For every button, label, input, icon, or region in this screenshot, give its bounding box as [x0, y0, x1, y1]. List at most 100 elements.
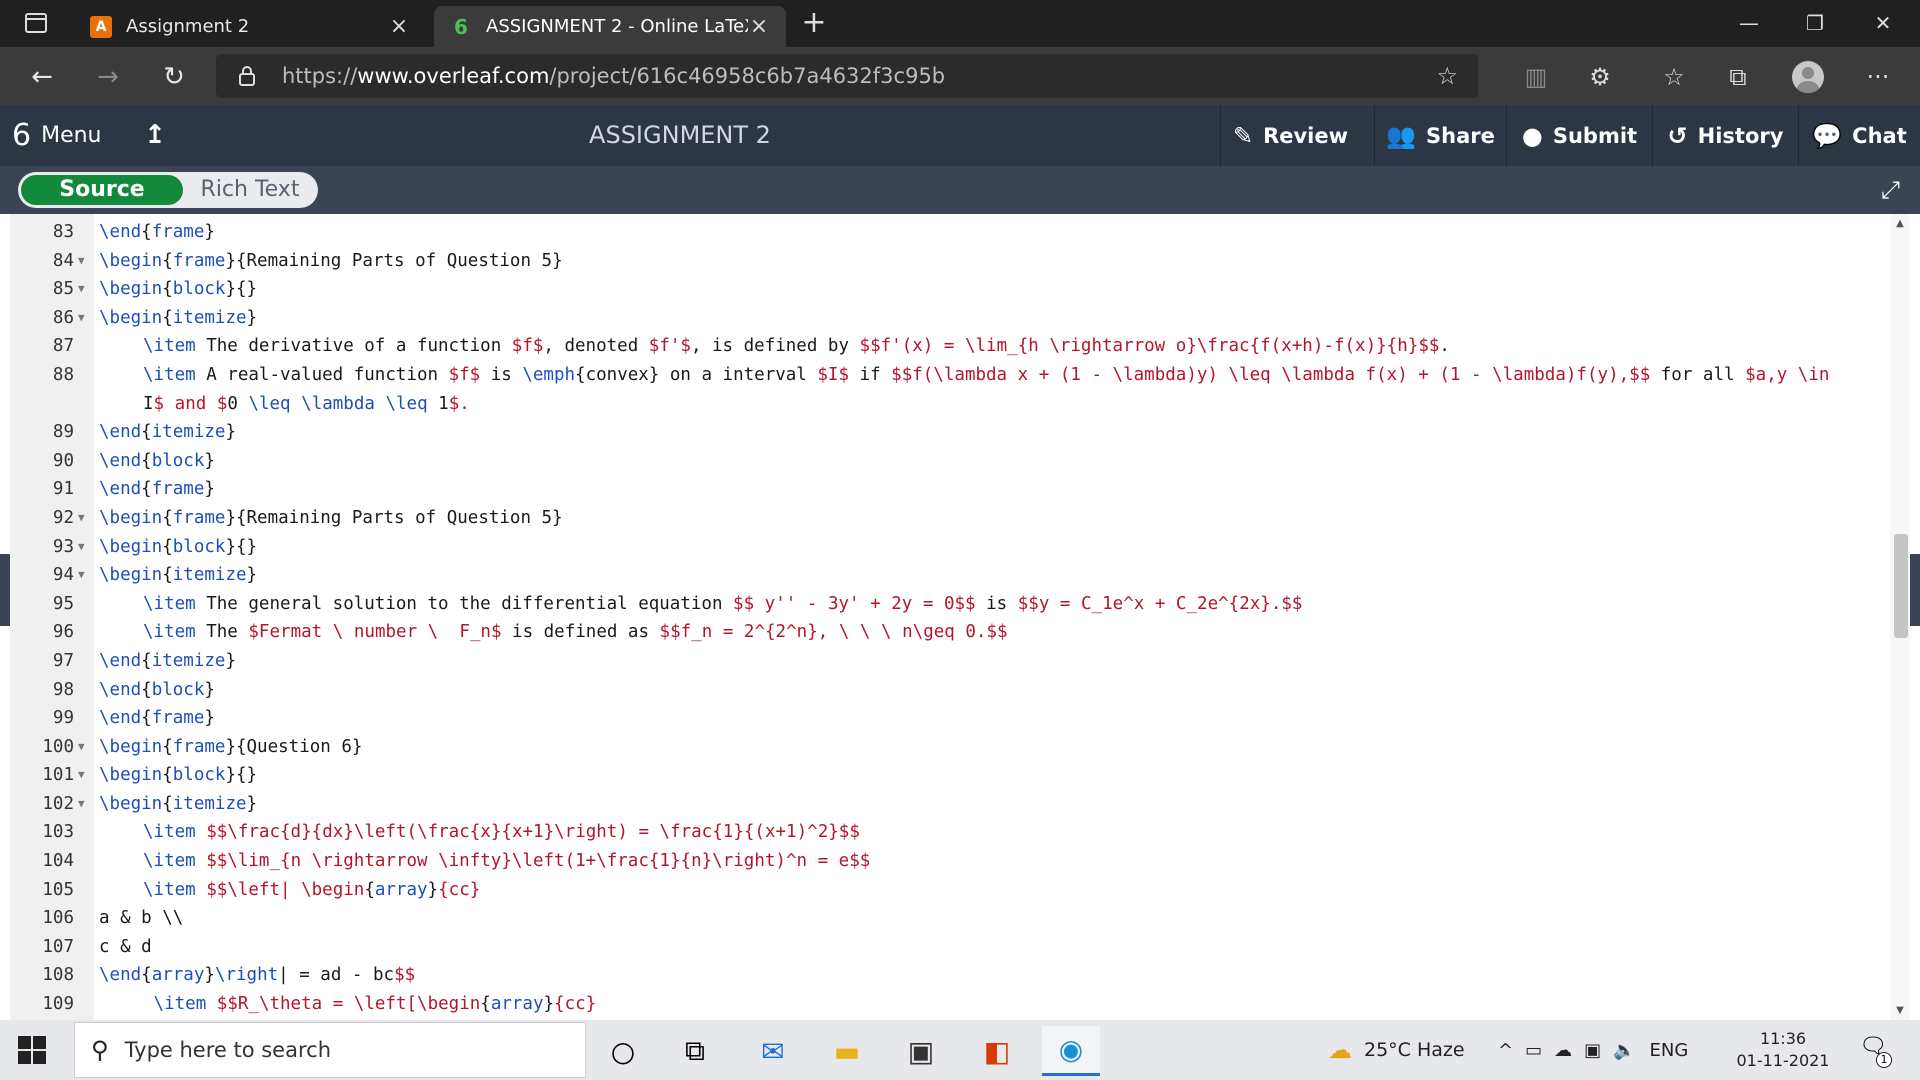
code-line[interactable]: 93 ▼ \begin{block}{}	[10, 533, 1890, 562]
code-text[interactable]: c & d	[99, 933, 152, 962]
mail-icon[interactable]: ✉	[744, 1026, 802, 1076]
code-line[interactable]: I$ and $0 \leq \lambda \leq 1$.	[10, 390, 1890, 419]
code-text[interactable]: \begin{itemize}	[99, 790, 257, 819]
code-text[interactable]: \item The general solution to the differ…	[143, 590, 1302, 619]
menu-button[interactable]: 6 Menu	[12, 105, 102, 166]
favorites-icon[interactable]: ☆	[1656, 59, 1692, 95]
code-text[interactable]: \end{itemize}	[99, 418, 236, 447]
code-line[interactable]: 105 \item $$\left| \begin{array}{cc}	[10, 876, 1890, 905]
share-button[interactable]: 👥 Share	[1374, 105, 1506, 166]
scrollbar-thumb[interactable]	[1894, 534, 1908, 638]
code-line[interactable]: 94 ▼ \begin{itemize}	[10, 561, 1890, 590]
fold-arrow-icon[interactable]: ▼	[78, 561, 92, 590]
edge-browser-icon[interactable]: ◉	[1042, 1026, 1100, 1076]
code-editor[interactable]: 83 \end{frame} 84 ▼ \begin{frame}{Remaining …	[0, 214, 1920, 1020]
code-line[interactable]: 97 \end{itemize}	[10, 647, 1890, 676]
code-line[interactable]: 85 ▼ \begin{block}{}	[10, 275, 1890, 304]
scroll-up-icon[interactable]: ▲	[1893, 218, 1907, 229]
profile-avatar[interactable]	[1792, 61, 1824, 93]
fold-arrow-icon[interactable]: ▼	[78, 304, 92, 333]
code-line[interactable]: 92 ▼ \begin{frame}{Remaining Parts of Ques…	[10, 504, 1890, 533]
left-panel-handle[interactable]	[0, 554, 10, 626]
cortana-icon[interactable]: ○	[594, 1026, 652, 1076]
fold-arrow-icon[interactable]: ▼	[78, 761, 92, 790]
code-text[interactable]: \end{array}\right| = ad - bc$$	[99, 961, 415, 990]
code-text[interactable]: \begin{block}{}	[99, 275, 257, 304]
minimize-icon[interactable]: —	[1716, 0, 1782, 47]
display-icon[interactable]: ▣	[1584, 1040, 1601, 1061]
code-text[interactable]: \end{frame}	[99, 475, 215, 504]
store-icon[interactable]: ▣	[892, 1026, 950, 1076]
battery-icon[interactable]: ▭	[1525, 1040, 1542, 1061]
editor-scrollbar[interactable]: ▲ ▼	[1890, 214, 1910, 1020]
code-line[interactable]: 103 \item $$\frac{d}{dx}\left(\frac{x}{x+…	[10, 818, 1890, 847]
code-line[interactable]: 100 ▼ \begin{frame}{Question 6}	[10, 733, 1890, 762]
code-text[interactable]: \item The derivative of a function $f$, …	[143, 332, 1450, 361]
code-line[interactable]: 88 \item A real-valued function $f$ is \e…	[10, 361, 1890, 390]
code-line[interactable]: 101 ▼ \begin{block}{}	[10, 761, 1890, 790]
code-text[interactable]: \end{frame}	[99, 704, 215, 733]
fold-arrow-icon[interactable]: ▼	[78, 733, 92, 762]
scroll-down-icon[interactable]: ▼	[1893, 1005, 1907, 1016]
code-line[interactable]: 98 \end{block}	[10, 676, 1890, 705]
office-icon[interactable]: ◧	[968, 1026, 1026, 1076]
language-indicator[interactable]: ENG	[1650, 1040, 1689, 1061]
browser-tab-overleaf[interactable]: 6 ASSIGNMENT 2 - Online LaTeX E ×	[434, 6, 786, 47]
tab-actions-icon[interactable]	[14, 10, 58, 36]
new-tab-icon[interactable]: +	[798, 8, 830, 40]
right-panel-handle[interactable]	[1910, 554, 1920, 626]
restore-icon[interactable]: ❐	[1782, 0, 1848, 47]
forward-icon[interactable]: →	[88, 57, 128, 97]
source-mode-button[interactable]: Source	[21, 175, 183, 205]
code-line[interactable]: 106 a & b \\	[10, 904, 1890, 933]
fold-arrow-icon[interactable]: ▼	[78, 533, 92, 562]
history-button[interactable]: ↺ History	[1652, 105, 1798, 166]
back-to-projects-icon[interactable]: ↥	[140, 105, 170, 166]
collections-icon[interactable]: ⧉	[1720, 59, 1756, 95]
add-favorite-icon[interactable]: ☆	[1436, 62, 1458, 90]
system-tray-icons[interactable]: ^ ▭ ☁ ▣ 🔈 ENG	[1498, 1020, 1688, 1080]
volume-icon[interactable]: 🔈	[1613, 1040, 1635, 1061]
code-line[interactable]: 95 \item The general solution to the diff…	[10, 590, 1890, 619]
code-line[interactable]: 89 \end{itemize}	[10, 418, 1890, 447]
code-text[interactable]: \begin{block}{}	[99, 761, 257, 790]
code-text[interactable]: \begin{frame}{Remaining Parts of Questio…	[99, 247, 563, 276]
code-text[interactable]: \item $$\frac{d}{dx}\left(\frac{x}{x+1}\…	[143, 818, 860, 847]
code-line[interactable]: 109 \item $$R_\theta = \left[\begin{arra…	[10, 990, 1890, 1019]
code-line[interactable]: 90 \end{block}	[10, 447, 1890, 476]
review-button[interactable]: ✎ Review	[1220, 105, 1360, 166]
code-lines[interactable]: 83 \end{frame} 84 ▼ \begin{frame}{Remaining …	[10, 218, 1890, 1019]
code-text[interactable]: I$ and $0 \leq \lambda \leq 1$.	[143, 390, 470, 419]
code-text[interactable]: \item $$R_\theta = \left[\begin{array}{c…	[143, 990, 597, 1019]
code-text[interactable]: \begin{frame}{Question 6}	[99, 733, 362, 762]
browser-tab-assignment[interactable]: A Assignment 2 ×	[74, 6, 426, 47]
code-line[interactable]: 96 \item The $Fermat \ number \ F_n$ is d…	[10, 618, 1890, 647]
close-tab-icon[interactable]: ×	[748, 14, 770, 39]
close-window-icon[interactable]: ✕	[1850, 0, 1916, 47]
code-text[interactable]: a & b \\	[99, 904, 183, 933]
code-line[interactable]: 91 \end{frame}	[10, 475, 1890, 504]
fold-arrow-icon[interactable]: ▼	[78, 504, 92, 533]
code-text[interactable]: \item $$\left| \begin{array}{cc}	[143, 876, 480, 905]
rich-text-mode-button[interactable]: Rich Text	[186, 175, 314, 205]
show-hidden-icons-icon[interactable]: ^	[1498, 1040, 1513, 1061]
code-text[interactable]: \begin{itemize}	[99, 304, 257, 333]
extensions-icon[interactable]: ⚙	[1582, 59, 1618, 95]
code-line[interactable]: 87 \item The derivative of a function $f$…	[10, 332, 1890, 361]
back-icon[interactable]: ←	[22, 57, 62, 97]
code-line[interactable]: 83 \end{frame}	[10, 218, 1890, 247]
code-line[interactable]: 99 \end{frame}	[10, 704, 1890, 733]
project-title[interactable]: ASSIGNMENT 2	[520, 105, 840, 166]
close-tab-icon[interactable]: ×	[388, 14, 410, 39]
code-text[interactable]: \begin{frame}{Remaining Parts of Questio…	[99, 504, 563, 533]
windows-start-icon[interactable]	[18, 1036, 46, 1064]
code-text[interactable]: \end{itemize}	[99, 647, 236, 676]
code-line[interactable]: 107 c & d	[10, 933, 1890, 962]
fold-arrow-icon[interactable]: ▼	[78, 275, 92, 304]
code-line[interactable]: 108 \end{array}\right| = ad - bc$$	[10, 961, 1890, 990]
more-options-icon[interactable]: ···	[1860, 59, 1896, 95]
notification-icon[interactable]: 🗨 1	[1858, 1034, 1892, 1068]
taskbar-clock[interactable]: 11:36 01-11-2021	[1722, 1028, 1844, 1072]
submit-button[interactable]: ● Submit	[1506, 105, 1652, 166]
file-explorer-icon[interactable]: ▬	[818, 1026, 876, 1076]
